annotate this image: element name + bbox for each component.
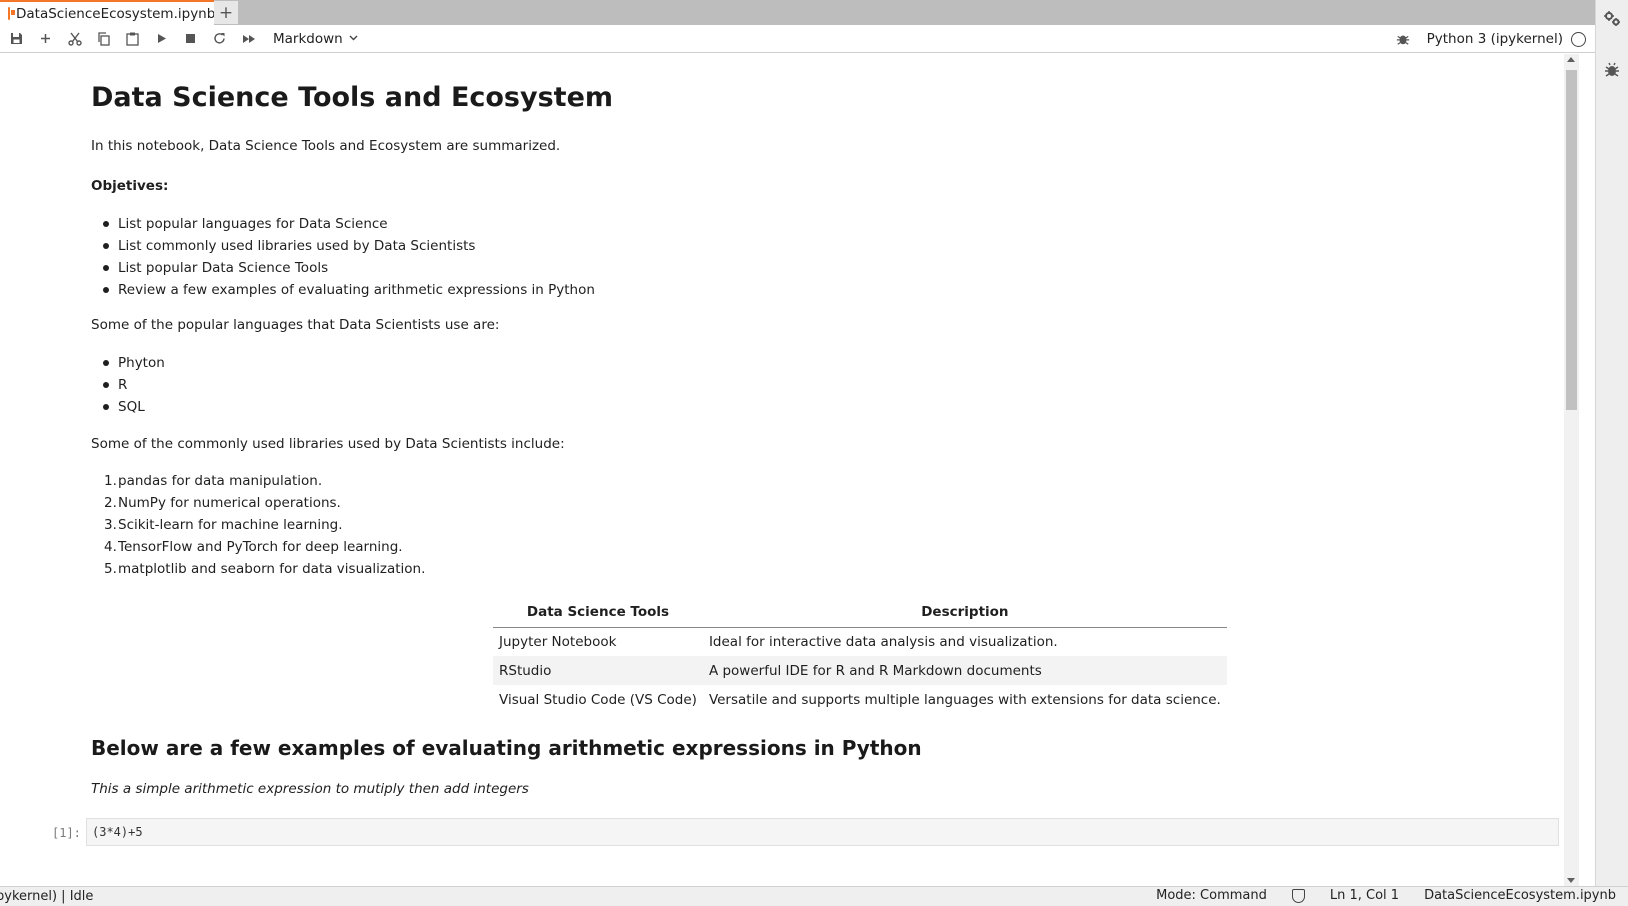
languages-list: Phyton R SQL — [103, 352, 165, 418]
examples-heading: Below are a few examples of evaluating a… — [91, 736, 922, 760]
tools-table: Data Science Tools Description Jupyter N… — [493, 597, 1227, 714]
table-header: Description — [702, 597, 1227, 628]
cell-type-label: Markdown — [273, 30, 343, 47]
property-inspector-icon[interactable] — [1602, 9, 1622, 29]
cut-button[interactable] — [60, 27, 89, 51]
scrollbar-thumb[interactable] — [1566, 70, 1577, 410]
list-item: 5. matplotlib and seaborn for data visual… — [104, 561, 426, 577]
tab-title: DataScienceEcosystem.ipynb — [16, 5, 216, 22]
list-item: 4. TensorFlow and PyTorch for deep learni… — [104, 539, 403, 555]
debugger-toggle-icon[interactable] — [1393, 29, 1413, 49]
fast-forward-icon — [242, 34, 255, 43]
save-icon — [11, 33, 22, 44]
example-note: This a simple arithmetic expression to m… — [91, 781, 529, 797]
notebook-panel: Data Science Tools and Ecosystem In this… — [0, 54, 1595, 886]
stop-icon — [186, 34, 195, 43]
languages-intro: Some of the popular languages that Data … — [91, 317, 500, 333]
plus-icon — [41, 34, 50, 43]
right-sidebar — [1595, 0, 1628, 886]
table-cell: Visual Studio Code (VS Code) — [499, 691, 697, 708]
debugger-icon[interactable] — [1602, 62, 1622, 82]
kernel-status-icon — [1571, 31, 1586, 47]
list-item: List commonly used libraries used by Dat… — [103, 235, 595, 257]
list-item: Phyton — [103, 352, 165, 374]
restart-icon — [214, 33, 225, 44]
scissors-icon — [67, 32, 82, 46]
copy-button[interactable] — [89, 27, 118, 51]
cell-prompt: [1]: — [52, 826, 81, 840]
status-bar: pykernel) | Idle Mode: Command Ln 1, Col… — [0, 886, 1628, 906]
run-button[interactable] — [147, 27, 176, 51]
chevron-down-icon — [349, 33, 358, 44]
play-icon — [157, 34, 166, 43]
table-row: Jupyter Notebook Ideal for interactive d… — [493, 627, 1227, 656]
table-cell: Jupyter Notebook — [499, 633, 617, 650]
kernel-status-text[interactable]: pykernel) | Idle — [0, 889, 93, 904]
code-cell-editor[interactable]: (3*4)+5 — [86, 818, 1559, 846]
shield-icon[interactable] — [1291, 888, 1305, 903]
table-cell: Versatile and supports multiple language… — [708, 691, 1221, 708]
table-header-row: Data Science Tools Description — [493, 597, 1227, 628]
copy-icon — [98, 31, 110, 46]
list-item: List popular Data Science Tools — [103, 257, 595, 279]
interrupt-button[interactable] — [176, 27, 205, 51]
notebook-icon — [8, 7, 15, 20]
notebook-title: Data Science Tools and Ecosystem — [91, 82, 614, 113]
libraries-intro: Some of the commonly used libraries used… — [91, 436, 565, 452]
code-text: (3*4)+5 — [92, 825, 143, 839]
table-cell: RStudio — [493, 656, 703, 685]
status-filename: DataScienceEcosystem.ipynb — [1424, 888, 1616, 903]
scroll-up-icon[interactable] — [1567, 57, 1575, 62]
objectives-list: List popular languages for Data Science … — [103, 213, 595, 301]
tab-bar: DataScienceEcosystem.ipynb × + — [0, 0, 1595, 25]
list-item: R — [103, 374, 165, 396]
scroll-down-icon[interactable] — [1567, 878, 1575, 883]
notebook-scrollbar[interactable] — [1564, 54, 1579, 886]
run-all-button[interactable] — [234, 27, 263, 51]
list-item: 1. pandas for data manipulation. — [104, 473, 323, 489]
kernel-name-button[interactable]: Python 3 (ipykernel) — [1427, 31, 1563, 47]
list-item: Review a few examples of evaluating arit… — [103, 279, 595, 301]
table-row: RStudio A powerful IDE for R and R Markd… — [493, 656, 1227, 685]
libraries-list: 1. pandas for data manipulation. 2. NumPy … — [104, 470, 426, 580]
list-item: 3. Scikit-learn for machine learning. — [104, 517, 343, 533]
table-cell: A powerful IDE for R and R Markdown docu… — [702, 656, 1227, 685]
restart-button[interactable] — [205, 27, 234, 51]
notebook-tab[interactable]: DataScienceEcosystem.ipynb × — [0, 0, 232, 25]
list-item: 2. NumPy for numerical operations. — [104, 495, 341, 511]
objectives-heading: Objetives: — [91, 178, 169, 194]
notebook-toolbar: Markdown Python 3 (ipykernel) — [0, 25, 1595, 53]
table-row: Visual Studio Code (VS Code) Versatile a… — [493, 685, 1227, 714]
save-button[interactable] — [2, 27, 31, 51]
insert-cell-button[interactable] — [31, 27, 60, 51]
paste-icon — [126, 32, 139, 46]
paste-button[interactable] — [118, 27, 147, 51]
table-cell: Ideal for interactive data analysis and … — [708, 633, 1058, 650]
new-tab-button[interactable]: + — [214, 1, 238, 24]
table-header: Data Science Tools — [493, 597, 703, 628]
list-item: List popular languages for Data Science — [103, 213, 595, 235]
list-item: SQL — [103, 396, 165, 418]
cell-type-dropdown[interactable]: Markdown — [273, 31, 358, 47]
cursor-position[interactable]: Ln 1, Col 1 — [1330, 888, 1399, 903]
mode-indicator: Mode: Command — [1156, 888, 1267, 903]
intro-text: In this notebook, Data Science Tools and… — [91, 138, 561, 154]
kernel-area: Python 3 (ipykernel) — [1393, 25, 1595, 53]
